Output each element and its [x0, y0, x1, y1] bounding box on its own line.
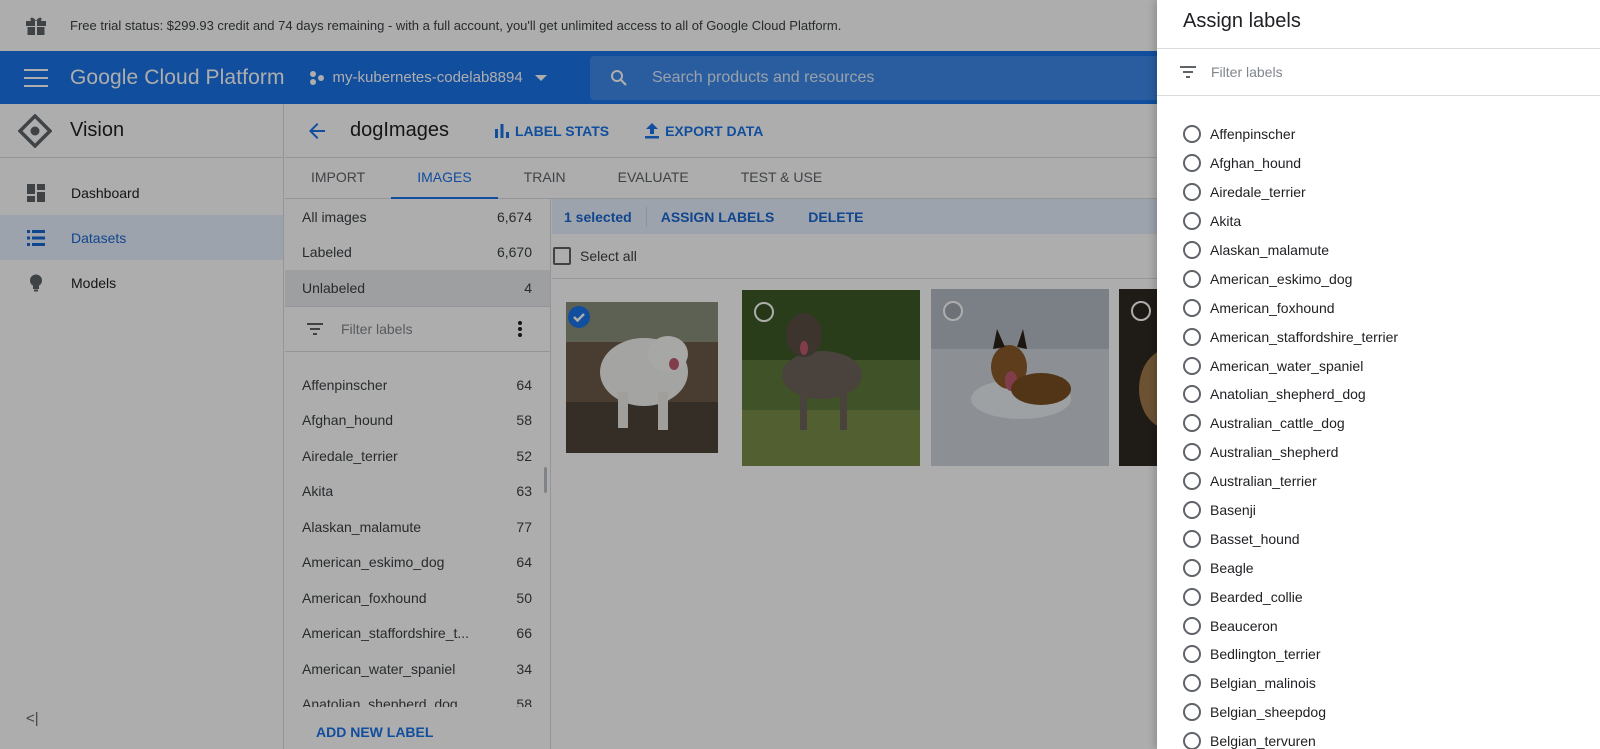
filter-icon — [1180, 66, 1196, 78]
radio-icon — [1183, 212, 1201, 231]
radio-icon — [1183, 732, 1201, 749]
radio-icon — [1183, 327, 1201, 346]
label-option[interactable]: Beauceron — [1157, 611, 1600, 640]
label-option[interactable]: American_foxhound — [1157, 293, 1600, 322]
radio-icon — [1183, 154, 1201, 173]
label-option[interactable]: American_water_spaniel — [1157, 351, 1600, 380]
label-option[interactable]: American_staffordshire_terrier — [1157, 322, 1600, 351]
label-option[interactable]: Australian_terrier — [1157, 467, 1600, 496]
radio-icon — [1183, 183, 1201, 202]
radio-icon — [1183, 241, 1201, 259]
radio-icon — [1183, 558, 1201, 577]
label-option[interactable]: Bedlington_terrier — [1157, 640, 1600, 669]
drawer-filter-input[interactable]: Filter labels — [1157, 49, 1600, 96]
label-option[interactable]: Belgian_malinois — [1157, 669, 1600, 698]
radio-icon — [1183, 356, 1201, 375]
label-option[interactable]: Akita — [1157, 207, 1600, 236]
label-option[interactable]: Belgian_tervuren — [1157, 727, 1600, 749]
radio-icon — [1183, 385, 1201, 404]
radio-icon — [1183, 298, 1201, 317]
radio-icon — [1183, 443, 1201, 462]
label-option[interactable]: Australian_cattle_dog — [1157, 409, 1600, 438]
radio-icon — [1183, 414, 1201, 433]
radio-icon — [1183, 269, 1201, 288]
label-options-list: Affenpinscher Afghan_hound Airedale_terr… — [1157, 120, 1600, 749]
label-option[interactable]: Afghan_hound — [1157, 149, 1600, 178]
radio-icon — [1183, 529, 1201, 548]
radio-icon — [1183, 616, 1201, 635]
label-option[interactable]: Basenji — [1157, 496, 1600, 525]
drawer-title: Assign labels — [1157, 0, 1600, 49]
radio-icon — [1183, 472, 1201, 491]
radio-icon — [1183, 645, 1201, 664]
label-option[interactable]: American_eskimo_dog — [1157, 264, 1600, 293]
label-option[interactable]: Airedale_terrier — [1157, 178, 1600, 207]
label-option[interactable]: Bearded_collie — [1157, 582, 1600, 611]
label-option[interactable]: Australian_shepherd — [1157, 438, 1600, 467]
modal-scrim[interactable] — [0, 0, 1157, 749]
label-option[interactable]: Beagle — [1157, 553, 1600, 582]
label-option[interactable]: Alaskan_malamute — [1157, 236, 1600, 265]
radio-icon — [1183, 501, 1201, 520]
radio-icon — [1183, 587, 1201, 606]
radio-icon — [1183, 125, 1201, 144]
assign-labels-drawer: Assign labels Filter labels Affenpinsche… — [1157, 0, 1600, 749]
label-option[interactable]: Belgian_sheepdog — [1157, 698, 1600, 727]
radio-icon — [1183, 674, 1201, 693]
label-option[interactable]: Affenpinscher — [1157, 120, 1600, 149]
label-option[interactable]: Anatolian_shepherd_dog — [1157, 380, 1600, 409]
radio-icon — [1183, 703, 1201, 722]
label-option[interactable]: Basset_hound — [1157, 524, 1600, 553]
drawer-filter-placeholder: Filter labels — [1211, 64, 1283, 80]
